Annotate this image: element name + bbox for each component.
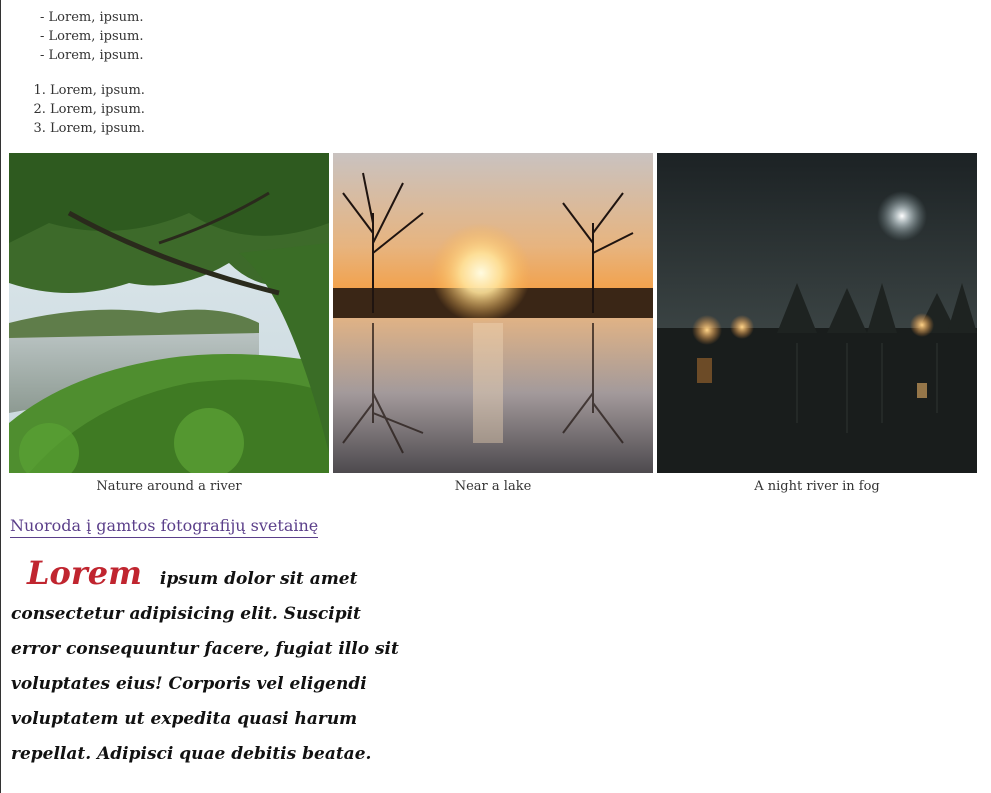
photo-caption: A night river in fog [754, 479, 880, 494]
gallery-figure-lake: Near a lake [333, 153, 653, 494]
photo-caption: Near a lake [454, 479, 532, 494]
paragraph-body: ipsum dolor sit amet consectetur adipisi… [11, 569, 399, 764]
sunset-lake-photo [333, 153, 653, 473]
list-item: Lorem, ipsum. [40, 46, 144, 65]
gallery-figure-night: A night river in fog [657, 153, 977, 494]
nature-photo-site-link[interactable]: Nuoroda į gamtos fotografijų svetainę [10, 515, 319, 538]
forest-river-photo [9, 153, 329, 473]
lorem-paragraph: Lorem ipsum dolor sit amet consectetur ad… [11, 556, 411, 772]
list-item: Lorem, ipsum. [50, 81, 145, 100]
list-item: Lorem, ipsum. [40, 8, 144, 27]
photo-gallery: Nature around a river Near a lake A nigh… [9, 153, 979, 494]
gallery-figure-river: Nature around a river [9, 153, 329, 494]
dash-list: Lorem, ipsum. Lorem, ipsum. Lorem, ipsum… [40, 8, 144, 65]
list-item: Lorem, ipsum. [50, 119, 145, 138]
list-item: Lorem, ipsum. [50, 100, 145, 119]
photo-caption: Nature around a river [96, 479, 242, 494]
drop-word: Lorem [27, 554, 142, 592]
night-fog-river-photo [657, 153, 977, 473]
list-item: Lorem, ipsum. [40, 27, 144, 46]
ordered-list: Lorem, ipsum. Lorem, ipsum. Lorem, ipsum… [50, 81, 145, 138]
